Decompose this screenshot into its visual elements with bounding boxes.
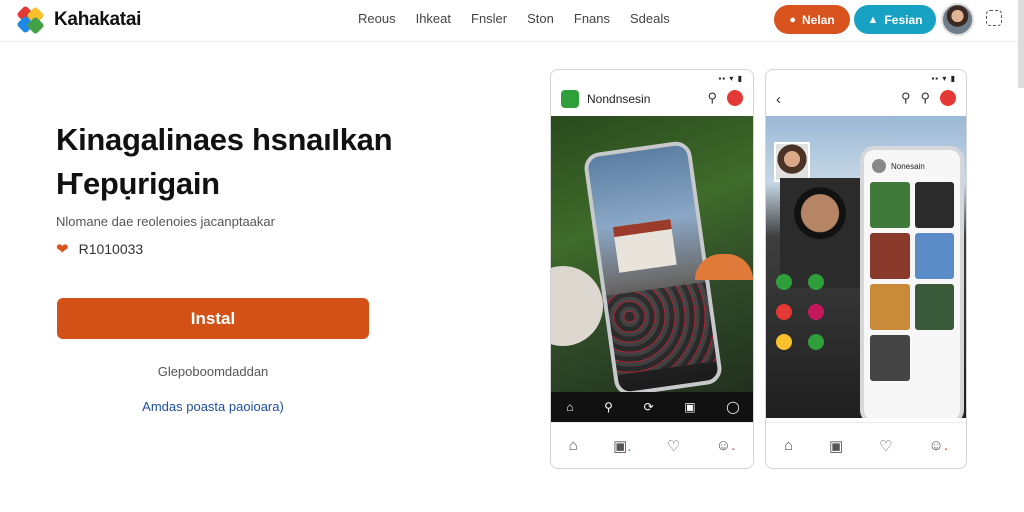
crowd-shape [606, 281, 717, 375]
photo-tile[interactable] [914, 233, 954, 279]
nav-link-5[interactable]: Fnans [574, 11, 610, 26]
chat-icon[interactable]: ♡ [667, 437, 680, 455]
user-avatar[interactable] [941, 3, 974, 36]
app-header: ‹ ⚲ ⚲ [766, 82, 966, 116]
refresh-icon[interactable]: ⟳ [644, 400, 654, 414]
profile-icon[interactable]: ☺. [716, 437, 736, 454]
home-icon[interactable]: ⌂ [784, 437, 793, 454]
lock-icon: ● [789, 13, 796, 26]
phone-screenshot-right: ▪▪ ▾ ▮ ‹ ⚲ ⚲ Nonesain ⌂ ▣ ♡ ☺. [765, 69, 967, 469]
comment-icon[interactable] [808, 304, 824, 320]
home-icon[interactable]: ⌂ [566, 400, 573, 414]
share-icon[interactable] [808, 274, 824, 290]
heart-icon: ❤ [56, 241, 69, 258]
rating-row: ❤ R1010033 [56, 240, 143, 258]
title-line-1: Kinagalinaes hsnaıIkan [56, 122, 393, 157]
avatar-image [774, 142, 810, 182]
more-info-link[interactable]: Amdas poasta paoioara) [57, 399, 369, 414]
app-header: Nondnsesin ⚲ [551, 82, 753, 116]
chat-icon[interactable]: ♡ [879, 437, 892, 455]
main-nav: Reous Ihkeat Fnsler Ston Fnans Sdeals [358, 11, 670, 26]
save-icon[interactable] [808, 334, 824, 350]
gallery-icon[interactable]: ▣. [613, 437, 631, 455]
back-icon[interactable]: ‹ [776, 91, 781, 108]
install-button[interactable]: Instal [57, 298, 369, 339]
notification-icon[interactable] [727, 90, 743, 106]
feed-image [551, 116, 753, 422]
bottom-nav: ⌂ ▣. ♡ ☺. [551, 422, 753, 468]
app-header-icons: ⚲ [707, 90, 743, 106]
notification-icon[interactable] [940, 90, 956, 106]
nav-link-3[interactable]: Fnsler [471, 11, 507, 26]
scrollbar[interactable] [1018, 0, 1024, 88]
login-label: Nelan [801, 12, 835, 27]
login-button[interactable]: ● Nelan [774, 5, 850, 34]
photo-tile[interactable] [870, 182, 910, 228]
plate-shape [551, 266, 603, 346]
top-header: Kahakatai Reous Ihkeat Fnsler Ston Fnans… [0, 0, 1024, 42]
photo-tile[interactable] [914, 284, 954, 330]
inner-user-name: Nonesain [891, 161, 925, 171]
nav-link-2[interactable]: Ihkeat [416, 11, 451, 26]
feed-image: Nonesain ⟳ [766, 116, 966, 418]
install-note: Glepoboomdaddan [157, 364, 269, 379]
user-icon: ▲ [867, 13, 879, 26]
app-icon [561, 90, 579, 108]
inner-user-row: Nonesain [864, 150, 960, 182]
app-title: Nondnsesin [587, 92, 651, 106]
photo-tile[interactable] [914, 182, 954, 228]
search-icon[interactable]: ⚲ [901, 90, 911, 106]
register-label: Fesian [884, 12, 923, 27]
inner-avatar [872, 159, 886, 173]
logo-icon [16, 5, 46, 35]
brand-name: Kahakatai [54, 9, 142, 30]
menu-icon[interactable] [986, 10, 1002, 26]
page-title: Kinagalinaes hsnaıIkan Ҥepụrigain [56, 118, 456, 206]
home-icon[interactable]: ⌂ [569, 437, 578, 454]
title-line-2: Ҥepụrigain [56, 166, 220, 201]
person-image [780, 178, 860, 288]
reaction-icons [776, 274, 826, 350]
photo-tile[interactable] [870, 335, 910, 381]
register-button[interactable]: ▲ Fesian [854, 5, 936, 34]
gallery-icon[interactable]: ▣ [829, 437, 843, 455]
rating-value: R1010033 [78, 241, 144, 257]
add-icon[interactable]: ▣ [684, 400, 695, 414]
heart-icon[interactable] [776, 304, 792, 320]
search-icon[interactable]: ⚲ [707, 90, 717, 106]
nav-link-1[interactable]: Reous [358, 11, 396, 26]
bottom-nav: ⌂ ▣ ♡ ☺. [766, 422, 966, 468]
star-icon[interactable] [776, 334, 792, 350]
profile-icon[interactable]: ◯ [726, 400, 739, 414]
inner-phone-image: Nonesain [860, 146, 964, 418]
photo-tile[interactable] [870, 284, 910, 330]
like-icon[interactable] [776, 274, 792, 290]
nav-link-6[interactable]: Sdeals [630, 11, 670, 26]
profile-icon[interactable]: ☺. [928, 437, 948, 454]
search-icon[interactable]: ⚲ [604, 400, 613, 414]
nav-link-4[interactable]: Ston [527, 11, 554, 26]
house-shape [612, 219, 677, 273]
phone-screenshot-left: ▪▪ ▾ ▮ Nondnsesin ⚲ ⌂ ⚲ ⟳ ▣ ◯ ⌂ ▣. ♡ ☺. [550, 69, 754, 469]
photo-grid [864, 182, 960, 381]
search-alt-icon[interactable]: ⚲ [920, 90, 930, 106]
photo-tile[interactable] [870, 233, 910, 279]
app-header-icons: ⚲ ⚲ [901, 90, 956, 106]
media-toolbar: ⌂ ⚲ ⟳ ▣ ◯ [551, 392, 753, 422]
brand-logo[interactable]: Kahakatai [16, 5, 141, 35]
subtitle: Nlomane dae reolenoies jacanptaakar [56, 214, 275, 229]
